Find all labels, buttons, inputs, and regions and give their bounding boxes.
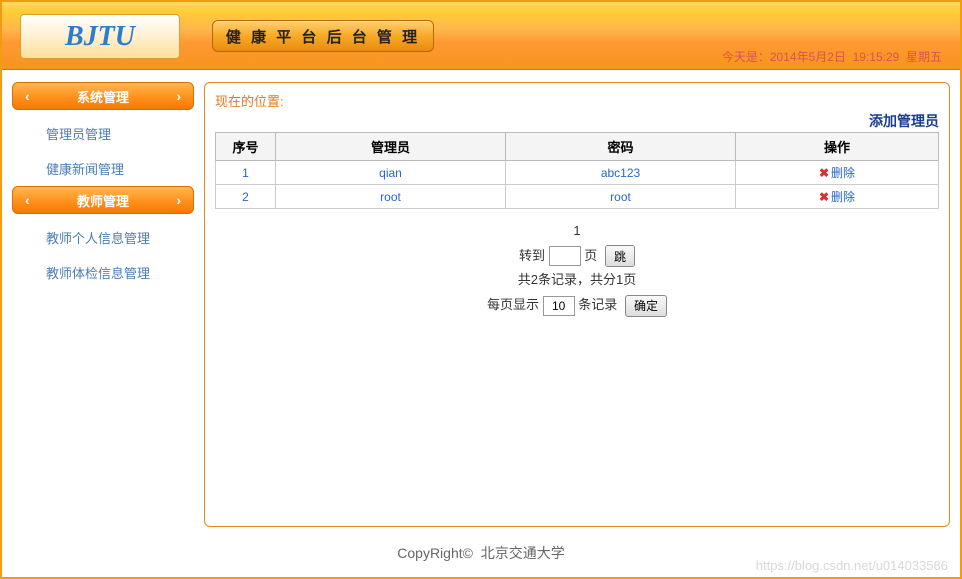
watermark: https://blog.csdn.net/u014033586 — [756, 558, 948, 573]
per-page-prefix: 每页显示 — [487, 297, 539, 312]
university-name: 北京交通大学 — [481, 545, 565, 561]
logo-box: BJTU — [20, 14, 180, 59]
page-input[interactable] — [549, 246, 581, 266]
table-row: 2 root root ✖删除 — [216, 185, 939, 209]
sidebar-item-teacher-info[interactable]: 教师个人信息管理 — [12, 220, 194, 255]
delete-link[interactable]: ✖删除 — [736, 161, 939, 185]
cell-seq: 2 — [216, 185, 276, 209]
chevron-left-icon: ‹ — [25, 192, 30, 208]
menu-header-teacher[interactable]: ‹ 教师管理 › — [12, 186, 194, 214]
cell-pwd: root — [506, 185, 736, 209]
sidebar-item-teacher-exam[interactable]: 教师体检信息管理 — [12, 255, 194, 290]
per-page-input[interactable] — [543, 296, 575, 316]
menu-header-label: 教师管理 — [77, 191, 129, 210]
jump-prefix: 转到 — [519, 248, 545, 263]
cell-admin: root — [276, 185, 506, 209]
menu-header-system[interactable]: ‹ 系统管理 › — [12, 82, 194, 110]
current-page: 1 — [573, 223, 580, 238]
jump-suffix: 页 — [584, 248, 597, 263]
admin-table: 序号 管理员 密码 操作 1 qian abc123 ✖删除 — [215, 132, 939, 209]
col-seq: 序号 — [216, 133, 276, 161]
col-action: 操作 — [736, 133, 939, 161]
delete-link[interactable]: ✖删除 — [736, 185, 939, 209]
date-weekday: 星期五 — [906, 50, 942, 64]
cell-admin: qian — [276, 161, 506, 185]
date-date: 2014年5月2日 — [770, 50, 846, 64]
col-admin: 管理员 — [276, 133, 506, 161]
logo-text: BJTU — [65, 21, 135, 53]
add-admin-link[interactable]: 添加管理员 — [869, 111, 939, 131]
col-pwd: 密码 — [506, 133, 736, 161]
close-icon: ✖ — [819, 166, 829, 180]
header: BJTU 健 康 平 台 后 台 管 理 今天是：2014年5月2日 19:15… — [2, 2, 960, 70]
breadcrumb: 现在的位置: — [215, 91, 939, 110]
chevron-right-icon: › — [176, 192, 181, 208]
copyright: CopyRight© — [397, 545, 473, 561]
pager: 1 转到 页 跳 共2条记录，共分1页 每页显示 条记录 确定 — [215, 219, 939, 318]
cell-seq: 1 — [216, 161, 276, 185]
close-icon: ✖ — [819, 190, 829, 204]
per-page-suffix: 条记录 — [578, 297, 617, 312]
sidebar: ‹ 系统管理 › 管理员管理 健康新闻管理 ‹ 教师管理 › 教师个人信息管理 … — [12, 82, 194, 527]
sidebar-item-admin-mgmt[interactable]: 管理员管理 — [12, 116, 194, 151]
date-prefix: 今天是： — [722, 50, 770, 64]
date-time: 19:15:29 — [853, 50, 900, 64]
delete-label: 删除 — [831, 166, 855, 180]
content-panel: 现在的位置: 添加管理员 序号 管理员 密码 操作 1 — [204, 82, 950, 527]
confirm-button[interactable]: 确定 — [625, 295, 667, 317]
cell-pwd: abc123 — [506, 161, 736, 185]
current-date: 今天是：2014年5月2日 19:15:29 星期五 — [722, 48, 942, 65]
app-title: 健 康 平 台 后 台 管 理 — [212, 20, 434, 52]
delete-label: 删除 — [831, 190, 855, 204]
table-row: 1 qian abc123 ✖删除 — [216, 161, 939, 185]
pager-summary: 共2条记录，共分1页 — [518, 272, 636, 287]
menu-header-label: 系统管理 — [77, 87, 129, 106]
sidebar-item-health-news[interactable]: 健康新闻管理 — [12, 151, 194, 186]
jump-button[interactable]: 跳 — [605, 245, 635, 267]
chevron-right-icon: › — [176, 88, 181, 104]
chevron-left-icon: ‹ — [25, 88, 30, 104]
